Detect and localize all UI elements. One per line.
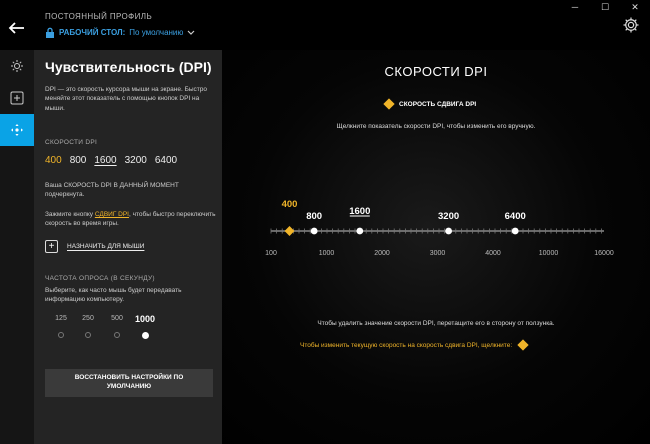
dpi-shift-link[interactable]: СДВИГ DPI — [95, 211, 129, 218]
dpi-slider[interactable]: 100 1000 2000 3000 4000 10000 16000 400 800 1600 3… — [222, 50, 650, 300]
assign-to-mouse-label: НАЗНАЧИТЬ ДЛЯ МЫШИ — [67, 243, 145, 250]
dpi-speeds-label: СКОРОСТИ DPI — [45, 139, 98, 146]
dpi-value[interactable]: 6400 — [155, 155, 177, 166]
panel-description: DPI — это скорость курсора мыши на экран… — [45, 86, 207, 112]
plus-icon: + — [45, 240, 58, 253]
tick-label: 100 — [265, 250, 277, 257]
dpi-point-label[interactable]: 6400 — [505, 211, 526, 222]
sun-icon — [11, 60, 23, 72]
left-rail — [0, 50, 34, 444]
rail-item-assignments[interactable] — [0, 82, 34, 114]
shift-hint-text: Чтобы изменить текущую скорость на скоро… — [300, 341, 513, 349]
chevron-down-icon — [187, 30, 195, 35]
maximize-button[interactable]: ☐ — [590, 0, 620, 14]
tick-label: 4000 — [485, 250, 501, 257]
dpi-point[interactable] — [511, 227, 519, 235]
remove-hint: Чтобы удалить значение скорости DPI, пер… — [317, 320, 555, 327]
tick-label: 2000 — [374, 250, 390, 257]
workspace-label: РАБОЧИЙ СТОЛ: — [59, 28, 126, 37]
dpi-point-shift[interactable] — [284, 226, 295, 236]
dpi-value-current[interactable]: 1600 — [94, 155, 116, 166]
tick-label: 10000 — [539, 250, 559, 257]
sensitivity-panel: Чувствительность (DPI) DPI — это скорост… — [34, 50, 222, 444]
back-arrow-icon[interactable] — [4, 16, 28, 40]
rate-radio[interactable] — [85, 332, 91, 338]
polling-rate-description: Выберите, как часто мышь будет передават… — [45, 287, 182, 304]
plus-box-icon — [10, 91, 24, 105]
dpi-value[interactable]: 3200 — [125, 155, 147, 166]
assign-to-mouse-button[interactable]: + НАЗНАЧИТЬ ДЛЯ МЫШИ — [45, 240, 144, 253]
shift-hint: Чтобы изменить текущую скорость на скоро… — [300, 339, 529, 351]
window-controls: ─ ☐ ✕ — [560, 0, 650, 14]
tick-label: 1000 — [319, 250, 335, 257]
move-arrows-icon — [11, 124, 23, 136]
dpi-shift-note-text: Зажмите кнопку — [45, 211, 95, 218]
gear-icon[interactable] — [622, 16, 640, 34]
rate-option[interactable]: 250 — [75, 315, 101, 322]
dpi-point[interactable] — [310, 227, 318, 235]
dpi-point[interactable] — [445, 227, 452, 235]
dpi-point[interactable] — [356, 227, 364, 235]
dpi-point-label[interactable]: 400 — [282, 199, 298, 210]
dpi-value[interactable]: 800 — [70, 155, 87, 166]
close-button[interactable]: ✕ — [620, 0, 650, 14]
panel-title: Чувствительность (DPI) — [45, 59, 212, 75]
rate-radio[interactable] — [58, 332, 64, 338]
diamond-icon[interactable] — [517, 339, 529, 351]
rate-option[interactable]: 500 — [104, 315, 130, 322]
dpi-main-area: СКОРОСТИ DPI СКОРОСТЬ СДВИГА DPI Щелкнит… — [222, 50, 650, 444]
rate-radio-selected[interactable] — [142, 332, 149, 339]
rate-option[interactable]: 125 — [48, 315, 74, 322]
lock-icon — [46, 27, 54, 38]
top-bar: ПОСТОЯННЫЙ ПРОФИЛЬ РАБОЧИЙ СТОЛ: По умол… — [0, 0, 650, 50]
profile-label: ПОСТОЯННЫЙ ПРОФИЛЬ — [45, 12, 153, 21]
dpi-point-label[interactable]: 3200 — [438, 211, 459, 222]
profile-name: По умолчанию — [129, 28, 184, 37]
tick-label: 16000 — [594, 250, 614, 257]
rail-item-sensitivity[interactable] — [0, 114, 34, 146]
dpi-shift-note: Зажмите кнопку СДВИГ DPI, чтобы быстро п… — [45, 210, 217, 229]
tick-label: 3000 — [430, 250, 446, 257]
dpi-point-label[interactable]: 800 — [306, 211, 322, 222]
dpi-speed-list: 400 800 1600 3200 6400 — [45, 155, 177, 166]
rate-option-selected[interactable]: 1000 — [132, 314, 158, 324]
restore-defaults-button[interactable]: ВОССТАНОВИТЬ НАСТРОЙКИ ПО УМОЛЧАНИЮ — [45, 369, 213, 397]
polling-rate-selector: 125 250 500 1000 — [48, 314, 158, 345]
minimize-button[interactable]: ─ — [560, 0, 590, 14]
current-dpi-note: Ваша СКОРОСТЬ DPI В ДАННЫЙ МОМЕНТ подчер… — [45, 182, 179, 199]
rate-radio[interactable] — [114, 332, 120, 338]
profile-selector[interactable]: РАБОЧИЙ СТОЛ: По умолчанию — [45, 27, 195, 38]
polling-rate-label: ЧАСТОТА ОПРОСА (В СЕКУНДУ) — [45, 275, 155, 282]
dpi-point-label[interactable]: 1600 — [349, 206, 370, 217]
rail-item-lighting[interactable] — [0, 50, 34, 82]
dpi-value-shift[interactable]: 400 — [45, 155, 62, 166]
